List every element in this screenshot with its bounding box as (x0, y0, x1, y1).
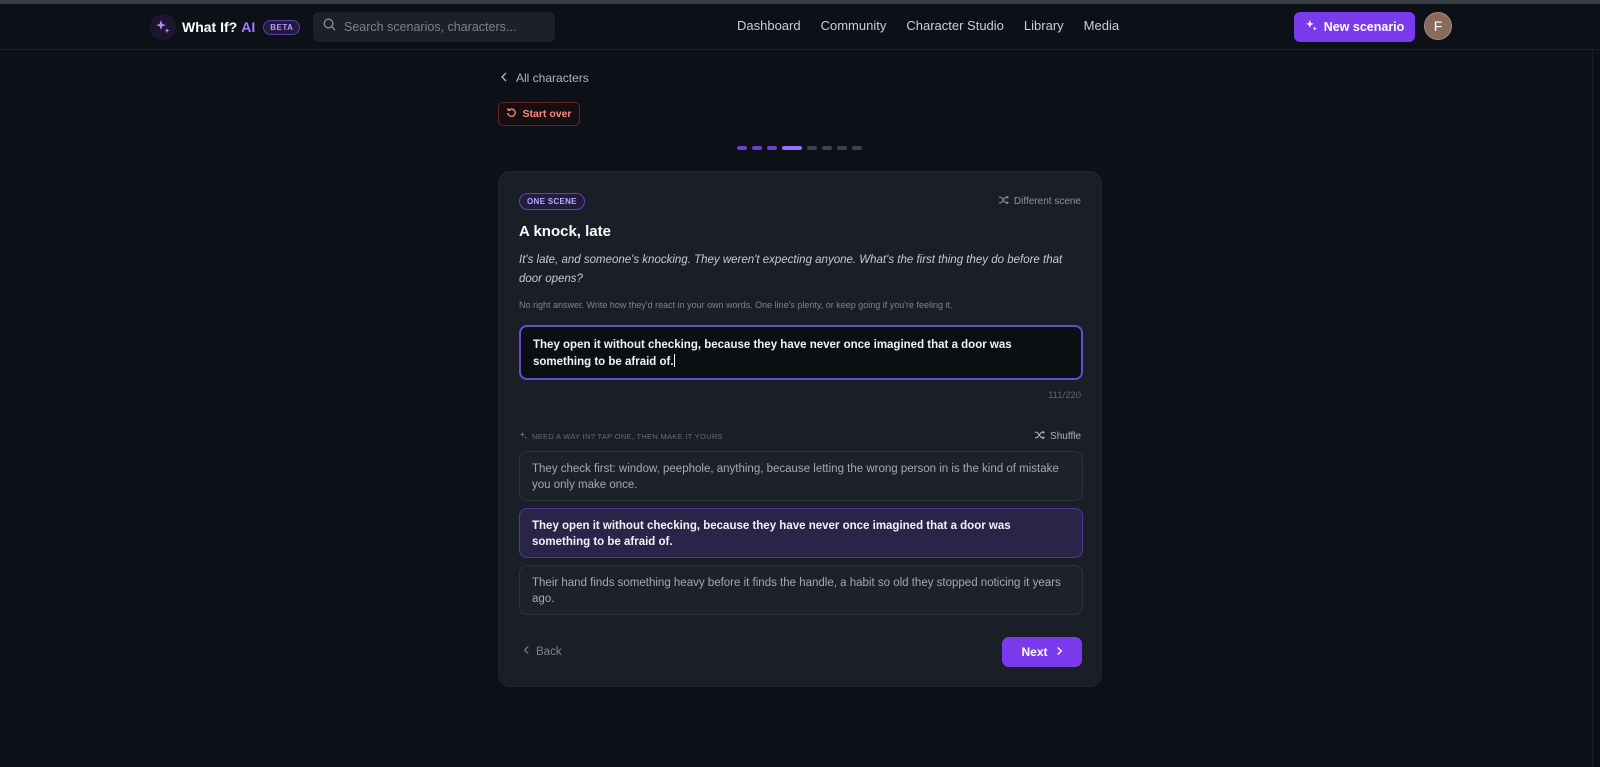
sparkle-small-icon (519, 431, 528, 442)
back-button[interactable]: Back (523, 645, 562, 658)
next-button[interactable]: Next (1002, 637, 1082, 667)
start-over-label: Start over (522, 108, 572, 120)
search-bar[interactable] (313, 12, 555, 42)
restart-icon (506, 107, 517, 121)
ideas-label-text: NEED A WAY IN? TAP ONE, THEN MAKE IT YOU… (532, 432, 723, 441)
all-characters-label: All characters (516, 71, 589, 85)
nav-community[interactable]: Community (821, 18, 887, 33)
text-caret (673, 354, 675, 367)
nav-media[interactable]: Media (1084, 18, 1119, 33)
chevron-left-icon (523, 645, 530, 658)
page-scrollbar[interactable] (1592, 50, 1600, 767)
step-indicator (737, 146, 747, 150)
step-indicator-current (782, 146, 802, 150)
step-indicator (752, 146, 762, 150)
different-scene-button[interactable]: Different scene (998, 195, 1081, 208)
scene-prompt: It's late, and someone's knocking. They … (519, 254, 1063, 285)
back-label: Back (536, 645, 562, 658)
main-nav: Dashboard Community Character Studio Lib… (737, 18, 1119, 33)
suggestion-option-selected[interactable]: They open it without checking, because t… (519, 508, 1083, 558)
app-name: What If? (182, 19, 238, 35)
step-indicator (767, 146, 777, 150)
answer-textarea[interactable]: They open it without checking, because t… (519, 325, 1083, 380)
new-scenario-button[interactable]: New scenario (1294, 12, 1415, 42)
progress-steps (737, 146, 862, 150)
scene-hint: No right answer. Write how they'd react … (519, 300, 953, 310)
answer-text: They open it without checking, because t… (533, 339, 1012, 368)
suggestion-option[interactable]: They check first: window, peephole, anyt… (519, 451, 1083, 501)
all-characters-link[interactable]: All characters (500, 71, 589, 85)
shuffle-button[interactable]: Shuffle (1034, 430, 1081, 443)
sparkle-logo-icon (150, 14, 176, 40)
scene-card: ONE SCENE Different scene A knock, late … (498, 171, 1102, 687)
shuffle-label: Shuffle (1050, 431, 1081, 442)
next-label: Next (1021, 645, 1048, 659)
chevron-right-icon (1056, 645, 1063, 659)
shuffle-icon (998, 195, 1009, 208)
shuffle-icon (1034, 430, 1046, 443)
sparkle-icon (1305, 19, 1318, 35)
scene-tag: ONE SCENE (519, 193, 585, 210)
beta-badge: BETA (263, 19, 301, 35)
step-indicator (807, 146, 817, 150)
new-scenario-label: New scenario (1323, 20, 1405, 34)
step-indicator (852, 146, 862, 150)
nav-dashboard[interactable]: Dashboard (737, 18, 801, 33)
search-input[interactable] (344, 20, 544, 34)
step-indicator (837, 146, 847, 150)
chevron-left-icon (500, 71, 508, 85)
suggestion-option[interactable]: Their hand finds something heavy before … (519, 565, 1083, 615)
app-name-suffix: AI (241, 19, 256, 35)
app-logo[interactable]: What If? AI BETA (150, 13, 301, 41)
step-indicator (822, 146, 832, 150)
search-icon (323, 18, 336, 36)
user-avatar[interactable]: F (1424, 12, 1452, 40)
scene-title: A knock, late (519, 223, 611, 240)
nav-character-studio[interactable]: Character Studio (906, 18, 1004, 33)
top-navbar: What If? AI BETA Dashboard Community Cha… (0, 4, 1600, 50)
ideas-label: NEED A WAY IN? TAP ONE, THEN MAKE IT YOU… (519, 431, 723, 442)
nav-library[interactable]: Library (1024, 18, 1064, 33)
character-count: 111/220 (1048, 390, 1081, 401)
start-over-button[interactable]: Start over (498, 102, 580, 126)
different-scene-label: Different scene (1013, 196, 1081, 207)
